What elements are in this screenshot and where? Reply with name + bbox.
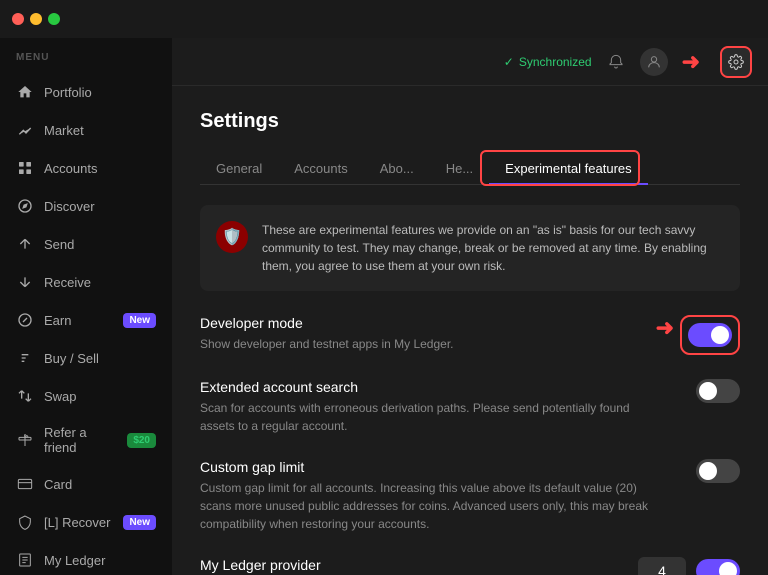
receive-icon xyxy=(16,273,34,291)
sidebar-item-card[interactable]: Card xyxy=(0,465,172,503)
sync-status: ✓ Synchronized xyxy=(504,55,592,69)
ledger-provider-row: My Ledger provider Changing the app prov… xyxy=(200,557,740,575)
tab-about[interactable]: Abo... xyxy=(364,153,430,184)
extended-search-info: Extended account search Scan for account… xyxy=(200,379,660,435)
warning-icon: 🛡️ xyxy=(216,221,248,253)
ledger-provider-info: My Ledger provider Changing the app prov… xyxy=(200,557,622,575)
notification-icon[interactable] xyxy=(606,52,626,72)
custom-gap-row: Custom gap limit Custom gap limit for al… xyxy=(200,459,740,533)
developer-mode-info: Developer mode Show developer and testne… xyxy=(200,315,454,353)
tab-help[interactable]: He... xyxy=(430,153,489,184)
send-icon xyxy=(16,235,34,253)
sidebar-item-refer[interactable]: Refer a friend $20 xyxy=(0,415,172,465)
extended-search-label: Extended account search xyxy=(200,379,660,395)
maximize-button[interactable] xyxy=(48,13,60,25)
custom-gap-info: Custom gap limit Custom gap limit for al… xyxy=(200,459,660,533)
sidebar-item-receive[interactable]: Receive xyxy=(0,263,172,301)
developer-mode-knob xyxy=(711,326,729,344)
minimize-button[interactable] xyxy=(30,13,42,25)
earn-badge: New xyxy=(123,313,156,328)
sidebar-item-accounts[interactable]: Accounts xyxy=(0,149,172,187)
custom-gap-label: Custom gap limit xyxy=(200,459,660,475)
experimental-info-box: 🛡️ These are experimental features we pr… xyxy=(200,205,740,291)
sync-check-icon: ✓ xyxy=(504,55,514,69)
developer-mode-row: Developer mode Show developer and testne… xyxy=(200,315,740,355)
sidebar-item-my-ledger[interactable]: My Ledger xyxy=(0,541,172,575)
close-button[interactable] xyxy=(12,13,24,25)
developer-mode-label: Developer mode xyxy=(200,315,454,331)
card-icon xyxy=(16,475,34,493)
recover-badge: New xyxy=(123,515,156,530)
sidebar-item-send[interactable]: Send xyxy=(0,225,172,263)
user-icon[interactable] xyxy=(640,48,668,76)
extended-search-toggle-wrap xyxy=(696,379,740,403)
ledger-icon xyxy=(16,551,34,569)
custom-gap-knob xyxy=(699,462,717,480)
extended-search-knob xyxy=(699,382,717,400)
extended-search-desc: Scan for accounts with erroneous derivat… xyxy=(200,399,660,435)
custom-gap-toggle[interactable] xyxy=(696,459,740,483)
gift-icon xyxy=(16,431,34,449)
ledger-provider-label: My Ledger provider xyxy=(200,557,622,573)
extended-search-toggle[interactable] xyxy=(696,379,740,403)
ledger-provider-number[interactable] xyxy=(638,557,686,575)
shield-icon xyxy=(16,513,34,531)
settings-arrow-annotation: ➜ xyxy=(682,49,700,75)
custom-gap-desc: Custom gap limit for all accounts. Incre… xyxy=(200,479,660,533)
sidebar-item-recover[interactable]: [L] Recover New xyxy=(0,503,172,541)
settings-tabs: General Accounts Abo... He... Experiment… xyxy=(200,153,740,185)
swap-icon xyxy=(16,387,34,405)
grid-icon xyxy=(16,159,34,177)
app-body: MENU Portfolio Market Accounts Discover xyxy=(0,38,768,575)
sidebar-item-swap[interactable]: Swap xyxy=(0,377,172,415)
developer-mode-toggle[interactable] xyxy=(688,323,732,347)
earn-icon xyxy=(16,311,34,329)
developer-toggle-arrow: ➜ xyxy=(656,315,674,341)
tab-general[interactable]: General xyxy=(200,153,278,184)
sidebar-item-portfolio[interactable]: Portfolio xyxy=(0,73,172,111)
developer-mode-toggle-wrap: ➜ xyxy=(656,315,740,355)
house-icon xyxy=(16,83,34,101)
topbar: ✓ Synchronized ➜ xyxy=(172,38,768,86)
main-content: ✓ Synchronized ➜ Settings General Accoun… xyxy=(172,38,768,575)
ledger-provider-toggle[interactable] xyxy=(696,559,740,575)
sidebar: MENU Portfolio Market Accounts Discover xyxy=(0,38,172,575)
custom-gap-toggle-wrap xyxy=(696,459,740,483)
compass-icon xyxy=(16,197,34,215)
tab-accounts[interactable]: Accounts xyxy=(278,153,363,184)
chart-icon xyxy=(16,121,34,139)
sidebar-item-buy-sell[interactable]: Buy / Sell xyxy=(0,339,172,377)
developer-mode-desc: Show developer and testnet apps in My Le… xyxy=(200,335,454,353)
settings-title: Settings xyxy=(200,110,740,133)
sidebar-item-discover[interactable]: Discover xyxy=(0,187,172,225)
tab-experimental[interactable]: Experimental features xyxy=(489,153,647,184)
title-bar xyxy=(0,0,768,38)
settings-button[interactable] xyxy=(720,46,752,78)
buy-sell-icon xyxy=(16,349,34,367)
experimental-info-text: These are experimental features we provi… xyxy=(262,221,724,275)
ledger-provider-controls xyxy=(638,557,740,575)
extended-search-row: Extended account search Scan for account… xyxy=(200,379,740,435)
sidebar-item-market[interactable]: Market xyxy=(0,111,172,149)
refer-badge: $20 xyxy=(127,433,156,448)
sidebar-menu-label: MENU xyxy=(0,46,172,73)
traffic-lights xyxy=(12,13,60,25)
settings-panel: Settings General Accounts Abo... He... E… xyxy=(172,86,768,575)
sidebar-item-earn[interactable]: Earn New xyxy=(0,301,172,339)
ledger-provider-knob xyxy=(719,562,737,575)
